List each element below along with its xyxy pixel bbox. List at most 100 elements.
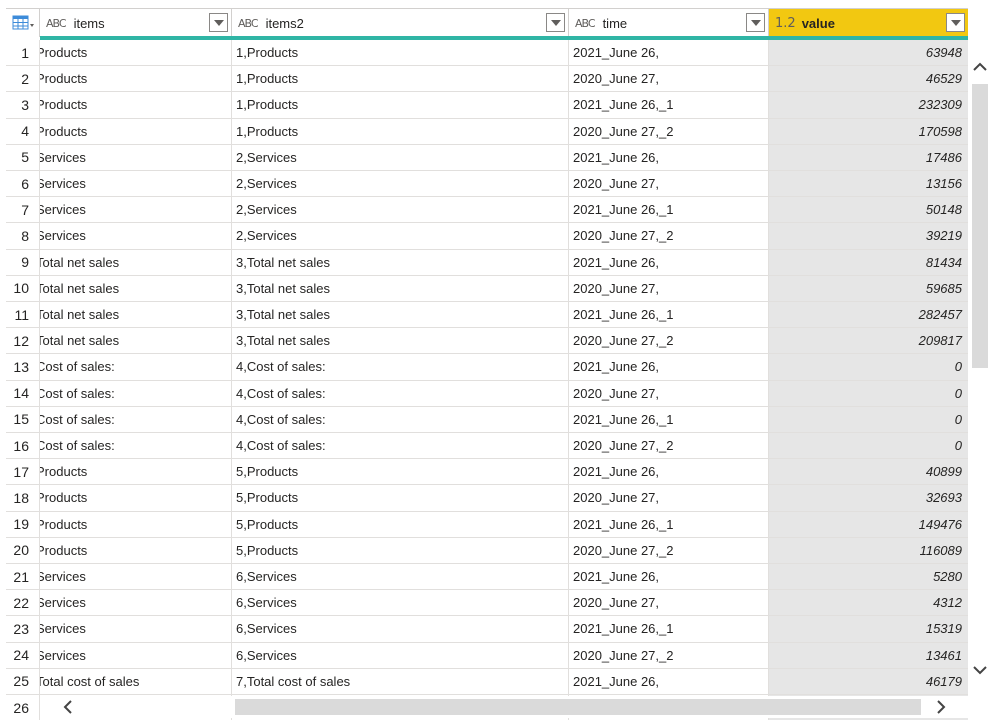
cell-items[interactable]: Total net sales <box>40 249 232 275</box>
horizontal-scrollbar[interactable] <box>40 696 968 718</box>
table-row[interactable]: 2 Products 1,Products 2020_June 27, 46529 <box>6 66 968 93</box>
scroll-up-button[interactable] <box>970 56 990 76</box>
cell-items2[interactable]: 1,Products <box>232 40 569 66</box>
table-row[interactable]: 21 Services 6,Services 2021_June 26, 5280 <box>6 564 968 591</box>
cell-value[interactable]: 0 <box>769 406 968 432</box>
cell-time[interactable]: 2021_June 26, <box>569 249 769 275</box>
cell-items[interactable]: Services <box>40 171 232 197</box>
cell-time[interactable]: 2021_June 26, <box>569 564 769 590</box>
cell-items2[interactable]: 4,Cost of sales: <box>232 433 569 459</box>
cell-time[interactable]: 2020_June 27, <box>569 590 769 616</box>
cell-value[interactable]: 13461 <box>769 642 968 668</box>
cell-time[interactable]: 2020_June 27,_2 <box>569 118 769 144</box>
cell-items[interactable]: Products <box>40 485 232 511</box>
cell-time[interactable]: 2021_June 26, <box>569 144 769 170</box>
cell-items[interactable]: Products <box>40 40 232 66</box>
cell-items2[interactable]: 6,Services <box>232 564 569 590</box>
cell-value[interactable]: 170598 <box>769 118 968 144</box>
cell-value[interactable]: 13156 <box>769 171 968 197</box>
cell-value[interactable]: 232309 <box>769 92 968 118</box>
cell-value[interactable]: 149476 <box>769 511 968 537</box>
cell-items2[interactable]: 5,Products <box>232 459 569 485</box>
cell-time[interactable]: 2020_June 27, <box>569 66 769 92</box>
column-header-value[interactable]: 1.2 value <box>769 9 968 37</box>
cell-value[interactable]: 0 <box>769 380 968 406</box>
cell-items[interactable]: Services <box>40 642 232 668</box>
table-row[interactable]: 22 Services 6,Services 2020_June 27, 4312 <box>6 590 968 617</box>
cell-value[interactable]: 40899 <box>769 459 968 485</box>
cell-items2[interactable]: 1,Products <box>232 66 569 92</box>
cell-items2[interactable]: 1,Products <box>232 92 569 118</box>
table-row[interactable]: 8 Services 2,Services 2020_June 27,_2 39219 <box>6 223 968 250</box>
cell-items[interactable]: Cost of sales: <box>40 354 232 380</box>
cell-time[interactable]: 2020_June 27, <box>569 275 769 301</box>
table-row[interactable]: 6 Services 2,Services 2020_June 27, 13156 <box>6 171 968 198</box>
cell-time[interactable]: 2021_June 26,_1 <box>569 92 769 118</box>
cell-items[interactable]: Cost of sales: <box>40 380 232 406</box>
cell-time[interactable]: 2020_June 27, <box>569 485 769 511</box>
cell-items[interactable]: Services <box>40 223 232 249</box>
cell-items2[interactable]: 3,Total net sales <box>232 328 569 354</box>
cell-time[interactable]: 2021_June 26, <box>569 40 769 66</box>
cell-time[interactable]: 2021_June 26, <box>569 459 769 485</box>
cell-items2[interactable]: 1,Products <box>232 118 569 144</box>
filter-dropdown-button[interactable] <box>746 13 765 32</box>
cell-items[interactable]: Total net sales <box>40 275 232 301</box>
cell-time[interactable]: 2021_June 26,_1 <box>569 616 769 642</box>
cell-items2[interactable]: 5,Products <box>232 537 569 563</box>
cell-value[interactable]: 15319 <box>769 616 968 642</box>
table-row[interactable]: 12 Total net sales 3,Total net sales 2020_J… <box>6 328 968 355</box>
cell-value[interactable]: 32693 <box>769 485 968 511</box>
cell-value[interactable]: 59685 <box>769 275 968 301</box>
cell-value[interactable]: 282457 <box>769 302 968 328</box>
column-header-items[interactable]: ABC items <box>40 9 232 37</box>
text-type-icon[interactable]: ABC <box>575 17 596 30</box>
cell-items2[interactable]: 6,Services <box>232 590 569 616</box>
cell-items2[interactable]: 4,Cost of sales: <box>232 354 569 380</box>
cell-items[interactable]: Total net sales <box>40 302 232 328</box>
cell-time[interactable]: 2020_June 27,_2 <box>569 223 769 249</box>
cell-items2[interactable]: 3,Total net sales <box>232 249 569 275</box>
cell-items[interactable]: Services <box>40 616 232 642</box>
cell-items[interactable]: Services <box>40 590 232 616</box>
cell-time[interactable]: 2021_June 26,_1 <box>569 197 769 223</box>
cell-items[interactable]: Products <box>40 459 232 485</box>
cell-time[interactable]: 2021_June 26, <box>569 668 769 694</box>
cell-value[interactable]: 46529 <box>769 66 968 92</box>
cell-value[interactable]: 116089 <box>769 537 968 563</box>
table-row[interactable]: 11 Total net sales 3,Total net sales 2021_J… <box>6 302 968 329</box>
horizontal-scroll-thumb[interactable] <box>235 699 921 715</box>
table-row[interactable]: 4 Products 1,Products 2020_June 27,_2 170598 <box>6 118 968 145</box>
cell-time[interactable]: 2020_June 27,_2 <box>569 642 769 668</box>
cell-time[interactable]: 2020_June 27, <box>569 380 769 406</box>
cell-items[interactable]: Products <box>40 92 232 118</box>
cell-time[interactable]: 2020_June 27,_2 <box>569 328 769 354</box>
cell-items2[interactable]: 6,Services <box>232 642 569 668</box>
table-row[interactable]: 10 Total net sales 3,Total net sales 2020_J… <box>6 275 968 302</box>
table-row[interactable]: 16 Cost of sales: 4,Cost of sales: 2020_Jun… <box>6 433 968 460</box>
scroll-left-button[interactable] <box>56 696 78 718</box>
table-row[interactable]: 19 Products 5,Products 2021_June 26,_1 14947… <box>6 511 968 538</box>
cell-value[interactable]: 4312 <box>769 590 968 616</box>
cell-value[interactable]: 209817 <box>769 328 968 354</box>
column-header-time[interactable]: ABC time <box>569 9 769 37</box>
table-row[interactable]: 5 Services 2,Services 2021_June 26, 17486 <box>6 144 968 171</box>
cell-items[interactable]: Products <box>40 118 232 144</box>
cell-value[interactable]: 81434 <box>769 249 968 275</box>
vertical-scroll-thumb[interactable] <box>972 84 988 368</box>
column-header-items2[interactable]: ABC items2 <box>232 9 569 37</box>
cell-items2[interactable]: 3,Total net sales <box>232 302 569 328</box>
table-row[interactable]: 14 Cost of sales: 4,Cost of sales: 2020_Jun… <box>6 380 968 407</box>
cell-time[interactable]: 2021_June 26,_1 <box>569 302 769 328</box>
cell-items[interactable]: Total net sales <box>40 328 232 354</box>
table-row[interactable]: 23 Services 6,Services 2021_June 26,_1 15319 <box>6 616 968 643</box>
cell-items2[interactable]: 2,Services <box>232 197 569 223</box>
cell-items2[interactable]: 4,Cost of sales: <box>232 380 569 406</box>
text-type-icon[interactable]: ABC <box>46 17 67 30</box>
cell-value[interactable]: 0 <box>769 354 968 380</box>
cell-items2[interactable]: 2,Services <box>232 144 569 170</box>
cell-items2[interactable]: 5,Products <box>232 511 569 537</box>
cell-value[interactable]: 5280 <box>769 564 968 590</box>
table-row[interactable]: 17 Products 5,Products 2021_June 26, 40899 <box>6 459 968 486</box>
cell-time[interactable]: 2021_June 26,_1 <box>569 406 769 432</box>
